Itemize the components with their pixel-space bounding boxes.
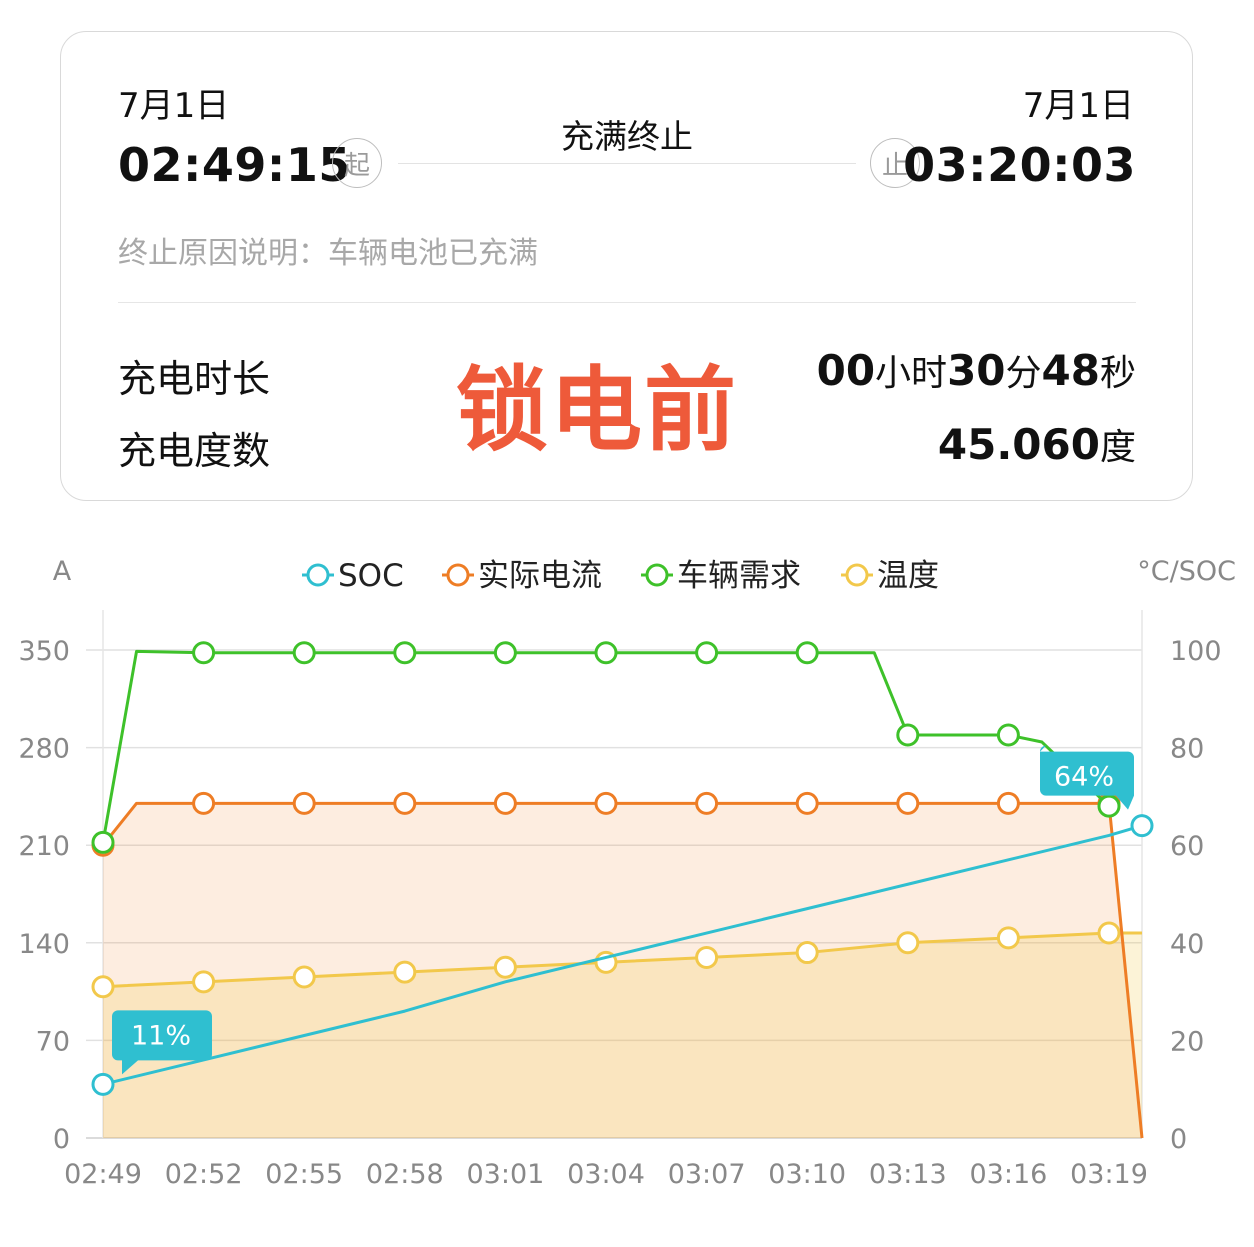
duration-hours: 00 (816, 346, 876, 395)
data-point (996, 926, 1020, 950)
duration-seconds: 48 (1041, 346, 1100, 395)
data-point (91, 830, 115, 854)
data-point (996, 723, 1020, 747)
x-tick-label: 02:52 (165, 1159, 243, 1190)
data-point (1097, 794, 1121, 818)
energy-value: 45.060度 (938, 418, 1136, 470)
left-tick-label: 280 (18, 734, 70, 765)
energy-unit: 度 (1099, 427, 1136, 468)
data-point (896, 931, 920, 955)
card-divider (118, 302, 1136, 303)
data-point (192, 641, 216, 665)
legend-marker (306, 563, 330, 587)
data-point (795, 941, 819, 965)
legend-label: 车辆需求 (677, 558, 801, 594)
data-point (795, 641, 819, 665)
soc-callout-text: 11% (131, 1020, 191, 1051)
legend-marker (845, 563, 869, 587)
data-point (493, 641, 517, 665)
soc-callout-text: 64% (1054, 762, 1114, 793)
data-point (192, 970, 216, 994)
right-axis-title: °C/SOC (1137, 556, 1236, 587)
left-tick-label: 210 (18, 831, 70, 862)
left-tick-label: 140 (18, 929, 70, 960)
duration-label: 充电时长 (118, 357, 271, 401)
right-tick-label: 100 (1170, 636, 1222, 667)
data-point (192, 791, 216, 815)
legend-marker (645, 563, 669, 587)
energy-label: 充电度数 (118, 429, 271, 473)
data-point (292, 965, 316, 989)
data-point (1097, 921, 1121, 945)
x-tick-label: 02:55 (265, 1159, 343, 1190)
data-point (996, 791, 1020, 815)
x-tick-label: 03:07 (668, 1159, 746, 1190)
x-tick-label: 03:10 (768, 1159, 846, 1190)
duration-hours-unit: 小时 (875, 353, 948, 394)
left-axis-title: A (53, 556, 72, 587)
data-point (393, 641, 417, 665)
legend-label: 温度 (877, 558, 939, 594)
x-tick-label: 03:19 (1070, 1159, 1148, 1190)
end-date: 7月1日 (1022, 86, 1134, 126)
timeline-line (398, 163, 856, 164)
right-tick-label: 40 (1170, 929, 1204, 960)
left-tick-label: 70 (36, 1026, 70, 1057)
data-point (896, 723, 920, 747)
data-point (292, 641, 316, 665)
data-point (91, 975, 115, 999)
x-tick-label: 03:13 (869, 1159, 947, 1190)
duration-seconds-unit: 秒 (1099, 353, 1136, 394)
data-point (695, 641, 719, 665)
duration-minutes-unit: 分 (1005, 353, 1042, 394)
right-tick-label: 20 (1170, 1026, 1204, 1057)
x-tick-label: 02:49 (64, 1159, 142, 1190)
data-point (896, 791, 920, 815)
data-point (695, 791, 719, 815)
data-point (91, 1072, 115, 1096)
energy-number: 45.060 (937, 420, 1100, 469)
legend-label: 实际电流 (478, 558, 602, 594)
legend-marker (446, 563, 470, 587)
data-point (292, 791, 316, 815)
duration-minutes: 30 (947, 346, 1006, 395)
x-tick-label: 03:01 (466, 1159, 544, 1190)
data-point (594, 641, 618, 665)
right-tick-label: 0 (1170, 1124, 1187, 1155)
right-tick-label: 80 (1170, 734, 1204, 765)
x-tick-label: 03:16 (969, 1159, 1047, 1190)
right-tick-label: 60 (1170, 831, 1204, 862)
end-time: 03:20:03 (903, 138, 1136, 192)
data-point (493, 791, 517, 815)
x-tick-label: 03:04 (567, 1159, 645, 1190)
data-point (695, 945, 719, 969)
data-point (493, 955, 517, 979)
data-point (393, 960, 417, 984)
watermark-text: 锁电前 (456, 357, 739, 464)
legend-label: SOC (338, 558, 404, 594)
data-point (594, 791, 618, 815)
charging-chart: 0 70 140 210 280 350 0 20 40 60 80 100 02:49 02:52 02:… (18, 556, 1236, 1190)
duration-value: 00小时30分48秒 (817, 344, 1136, 396)
left-tick-label: 350 (18, 636, 70, 667)
data-point (393, 791, 417, 815)
left-tick-label: 0 (53, 1124, 70, 1155)
data-point (795, 791, 819, 815)
x-tick-label: 02:58 (366, 1159, 444, 1190)
data-point (1130, 814, 1154, 838)
termination-reason: 终止原因说明：车辆电池已充满 (118, 236, 538, 271)
